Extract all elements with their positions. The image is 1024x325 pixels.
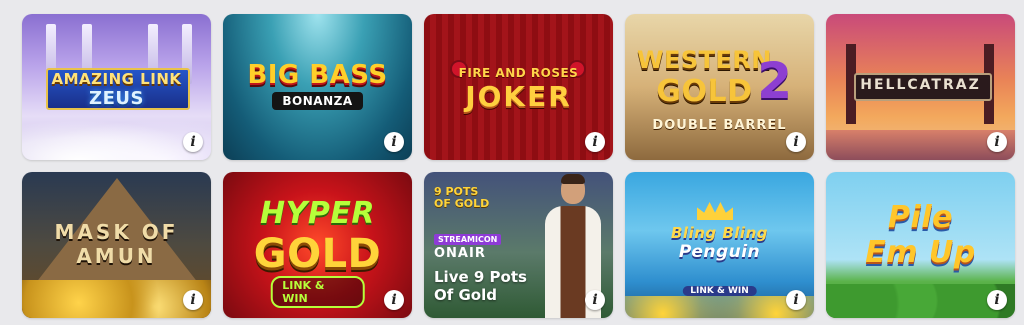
logo-line2: JOKER bbox=[465, 80, 572, 113]
logo-line1: HYPER bbox=[260, 196, 375, 231]
logo-line1: AMAZING LINK bbox=[51, 70, 182, 88]
game-tile-pile-em-up[interactable]: Pile Em Up i bbox=[826, 172, 1015, 318]
logo-line1: FIRE AND ROSES bbox=[458, 66, 579, 80]
game-tile-hyper-gold[interactable]: HYPER GOLD LINK & WIN i bbox=[223, 172, 412, 318]
logo-small: 9 POTS OF GOLD bbox=[434, 186, 489, 210]
game-tile-hellcatraz[interactable]: HELLCATRAZ i bbox=[826, 14, 1015, 160]
game-tile-bling-bling-penguin[interactable]: Bling Bling Penguin LINK & WIN i bbox=[625, 172, 814, 318]
game-logo: Pile Em Up bbox=[826, 200, 1015, 270]
link-win-badge: LINK & WIN bbox=[270, 276, 365, 308]
link-win-badge: LINK & WIN bbox=[682, 286, 757, 296]
logo-line2: AMUN bbox=[76, 244, 157, 268]
logo-subtitle: DOUBLE BARREL bbox=[652, 118, 787, 133]
logo-number: 2 bbox=[757, 52, 792, 110]
info-icon[interactable]: i bbox=[384, 290, 404, 310]
logo-line1: Bling Bling bbox=[671, 224, 768, 242]
game-logo: AMAZING LINK ZEUS bbox=[22, 70, 211, 109]
info-icon[interactable]: i bbox=[585, 132, 605, 152]
info-icon[interactable]: i bbox=[987, 132, 1007, 152]
game-logo: HELLCATRAZ bbox=[860, 77, 981, 93]
host-hair bbox=[561, 174, 585, 184]
game-grid: AMAZING LINK ZEUS i BIG BASS BONANZA i F… bbox=[0, 0, 1024, 325]
logo-line1: MASK OF bbox=[54, 220, 179, 244]
game-tile-mask-of-amun[interactable]: MASK OF AMUN i bbox=[22, 172, 211, 318]
game-tile-fire-and-roses-joker[interactable]: FIRE AND ROSES JOKER i bbox=[424, 14, 613, 160]
game-logo: HYPER GOLD bbox=[223, 196, 412, 277]
logo-line2: Em Up bbox=[865, 235, 976, 270]
game-tile-big-bass-bonanza[interactable]: BIG BASS BONANZA i bbox=[223, 14, 412, 160]
logo-line1: Pile bbox=[888, 200, 953, 235]
info-icon[interactable]: i bbox=[183, 290, 203, 310]
logo-line1: BIG BASS bbox=[247, 60, 388, 90]
game-logo: BIG BASS BONANZA bbox=[223, 60, 412, 110]
game-logo: MASK OF AMUN bbox=[22, 220, 211, 268]
game-tile-western-gold-2[interactable]: WESTERN GOLD 2 DOUBLE BARREL i bbox=[625, 14, 814, 160]
info-icon[interactable]: i bbox=[987, 290, 1007, 310]
stream-badge: STREAMICON bbox=[434, 234, 502, 245]
crown-icon bbox=[697, 202, 733, 220]
title-line1: Live 9 Pots bbox=[434, 268, 527, 286]
info-icon[interactable]: i bbox=[786, 132, 806, 152]
info-icon[interactable]: i bbox=[585, 290, 605, 310]
info-icon[interactable]: i bbox=[384, 132, 404, 152]
logo-line2: Penguin bbox=[678, 242, 761, 262]
info-icon[interactable]: i bbox=[786, 290, 806, 310]
game-logo: Bling Bling Penguin bbox=[625, 224, 814, 262]
game-tile-amazing-link-zeus[interactable]: AMAZING LINK ZEUS i bbox=[22, 14, 211, 160]
onair-logo: ONAIR bbox=[434, 246, 486, 261]
logo-small-line2: OF GOLD bbox=[434, 197, 490, 210]
title-line2: Of Gold bbox=[434, 286, 497, 304]
info-icon[interactable]: i bbox=[183, 132, 203, 152]
logo-line2: ZEUS bbox=[89, 88, 144, 109]
game-logo: FIRE AND ROSES JOKER bbox=[424, 66, 613, 113]
logo-line2: BONANZA bbox=[272, 92, 363, 110]
game-title: Live 9 Pots Of Gold bbox=[434, 268, 527, 304]
logo-line2: GOLD bbox=[253, 231, 382, 277]
game-tile-live-9-pots-of-gold[interactable]: 9 POTS OF GOLD STREAMICON ONAIR Live 9 P… bbox=[424, 172, 613, 318]
